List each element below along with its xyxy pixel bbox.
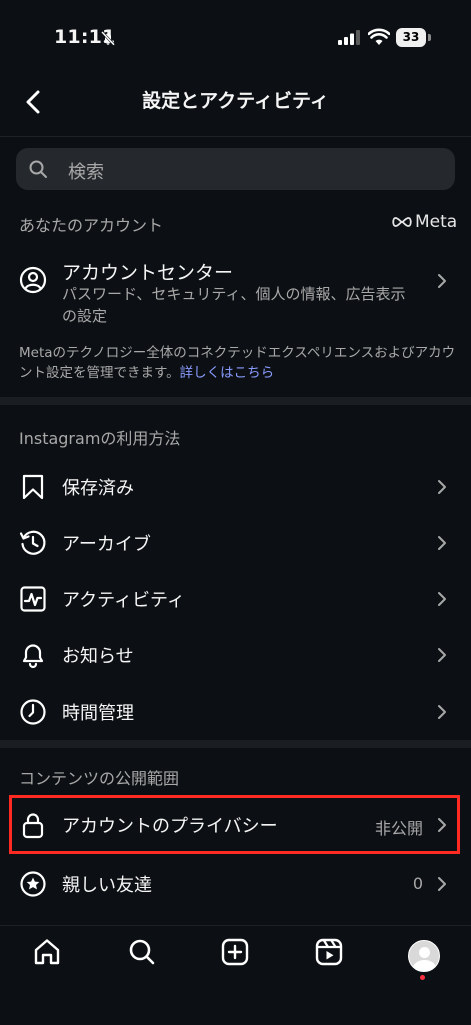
chevron-right-icon (438, 705, 446, 719)
meta-infinity-icon (392, 217, 412, 227)
bell-icon (22, 644, 44, 669)
page-title: 設定とアクティビティ (142, 90, 329, 112)
star-circle-icon (20, 871, 46, 897)
battery-level: 33 (396, 28, 426, 47)
section-divider (0, 397, 471, 405)
search-icon (29, 160, 47, 178)
section-label-how-you-use: Instagramの利用方法 (19, 429, 181, 448)
settings-item-time-management[interactable]: 時間管理 (0, 684, 471, 740)
clock-icon (20, 699, 46, 725)
profile-avatar[interactable] (408, 940, 440, 972)
archive-icon (19, 530, 46, 555)
item-label: 保存済み (62, 478, 134, 499)
settings-item-saved[interactable]: 保存済み (0, 459, 471, 515)
chevron-right-icon (438, 274, 446, 288)
chevron-right-icon (438, 536, 446, 550)
home-icon[interactable] (31, 936, 63, 968)
highlight-box (9, 795, 460, 854)
bottom-tab-bar (0, 925, 471, 1025)
user-circle-icon (19, 266, 47, 294)
account-center-title: アカウントセンター (62, 262, 234, 284)
learn-more-link[interactable]: 詳しくはこちら (180, 365, 275, 381)
close-friends-count: 0 (412, 874, 423, 893)
item-label: お知らせ (62, 646, 134, 667)
settings-item-notifications[interactable]: お知らせ (0, 627, 471, 683)
header: 設定とアクティビティ (0, 78, 471, 137)
chevron-right-icon (438, 648, 446, 662)
item-label: アーカイブ (62, 534, 151, 555)
section-label-content-visibility: コンテンツの公開範囲 (19, 769, 180, 788)
item-label: アクティビティ (62, 590, 185, 611)
activity-icon (20, 586, 46, 612)
bell-slash-icon (101, 31, 115, 46)
search-icon[interactable] (126, 936, 158, 968)
battery-icon: 33 (396, 28, 432, 47)
meta-accounts-note: Metaのテクノロジー全体のコネクテッドエクスペリエンスおよびアカウント設定を管… (19, 343, 459, 383)
section-label-your-account: あなたのアカウント (19, 216, 164, 235)
search-input[interactable]: 検索 (16, 148, 455, 190)
meta-logo: Meta (392, 212, 457, 232)
meta-logo-text: Meta (415, 212, 458, 232)
search-placeholder: 検索 (68, 162, 104, 183)
settings-item-activity[interactable]: アクティビティ (0, 571, 471, 627)
wifi-icon (368, 28, 390, 45)
chevron-right-icon (438, 592, 446, 606)
bookmark-icon (22, 474, 44, 500)
chevron-right-icon (438, 480, 446, 494)
reels-icon[interactable] (313, 936, 345, 968)
create-post-icon[interactable] (219, 936, 251, 968)
profile-notification-dot (420, 975, 425, 980)
settings-item-close-friends[interactable]: 親しい友達 0 (0, 856, 471, 912)
cellular-signal-icon (338, 30, 360, 45)
status-bar: 11:11 33 (0, 0, 471, 78)
chevron-right-icon (438, 877, 446, 891)
section-divider (0, 740, 471, 748)
item-label: 親しい友達 (62, 875, 152, 896)
item-label: 時間管理 (62, 703, 134, 724)
settings-item-archive[interactable]: アーカイブ (0, 515, 471, 571)
account-center-subtitle: パスワード、セキュリティ、個人の情報、広告表示の設定 (62, 285, 406, 325)
